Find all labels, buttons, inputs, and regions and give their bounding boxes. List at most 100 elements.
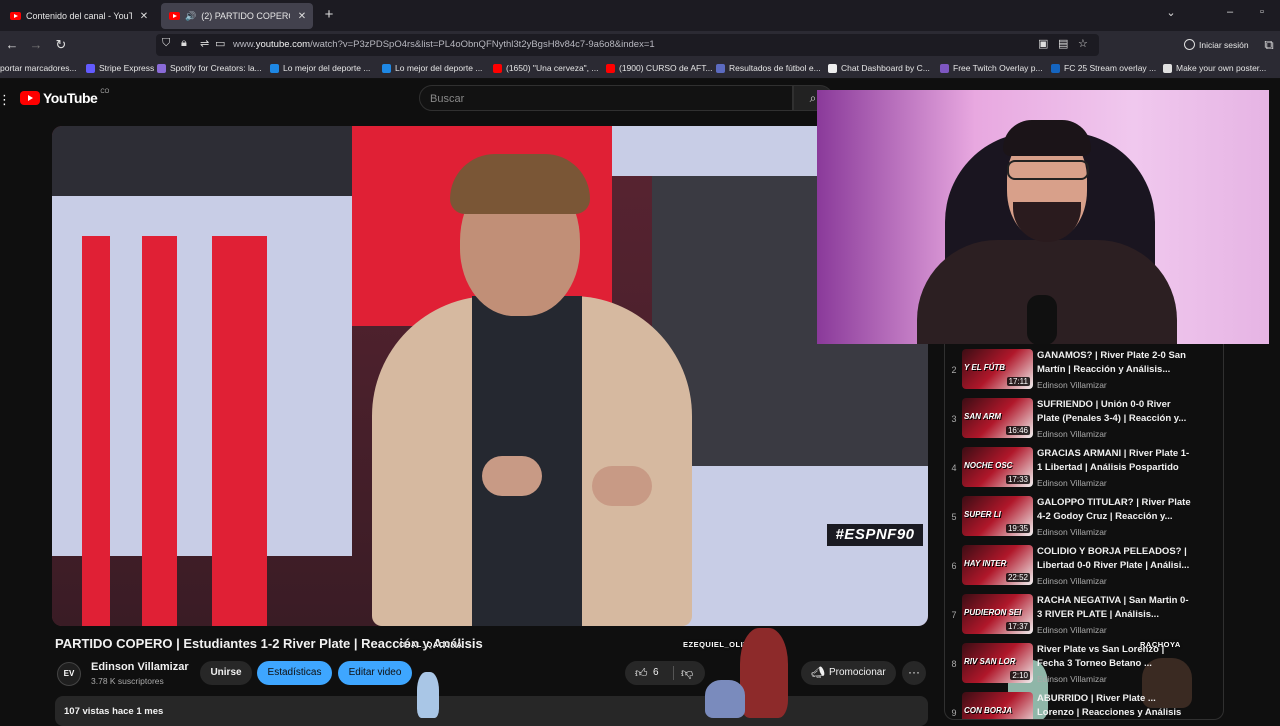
playlist-item[interactable]: 3 SAN ARM 16:46 SUFRIENDO | Unión 0-0 River… xyxy=(945,398,1223,447)
speaker-icon[interactable]: 🔊 xyxy=(185,11,196,22)
video-thumbnail[interactable]: NOCHE OSC 17:33 xyxy=(962,447,1033,487)
maximize-icon[interactable]: ▫ xyxy=(1252,6,1272,18)
bookmark-item[interactable]: Make your own poster... xyxy=(1163,63,1266,73)
playlist-channel-name: Edinson Villamizar xyxy=(1037,576,1107,586)
promote-button[interactable]: 📣︎ Promocionar xyxy=(801,661,896,685)
bookmark-item[interactable]: Stripe Express xyxy=(86,63,154,73)
extensions-icon[interactable]: ⧉ xyxy=(1260,36,1278,54)
description-box[interactable]: 107 vistas hace 1 mes xyxy=(55,696,928,726)
search-placeholder: Buscar xyxy=(430,93,465,105)
reader-mode-icon[interactable]: ▤ xyxy=(1058,37,1068,50)
bookmark-favicon-icon xyxy=(1051,63,1060,73)
bookmark-item[interactable]: Spotify for Creators: la... xyxy=(157,63,262,73)
playlist-video-title[interactable]: River Plate vs San Lorenzo | Fecha 3 Tor… xyxy=(1037,643,1191,671)
search-input[interactable]: Buscar xyxy=(419,85,793,111)
bookmark-item[interactable]: portar marcadores... xyxy=(0,63,77,73)
search-icon: ⌕ xyxy=(809,91,817,105)
bookmark-label: (1650) "Una cerveza", ... xyxy=(506,63,599,73)
more-actions-button[interactable]: ··· xyxy=(902,661,926,685)
bookmark-item[interactable]: Lo mejor del deporte ... xyxy=(382,63,482,73)
bookmark-item[interactable]: Chat Dashboard by C... xyxy=(828,63,930,73)
channel-name[interactable]: Edinson Villamizar xyxy=(91,661,189,673)
playlist-video-title[interactable]: GANAMOS? | River Plate 2-0 San Martín | … xyxy=(1037,349,1191,377)
bookmark-favicon-icon xyxy=(828,63,837,73)
video-thumbnail[interactable]: Y EL FÚTB 17:11 xyxy=(962,349,1033,389)
overlay-sprite xyxy=(417,672,439,718)
back-arrow-icon[interactable]: ← xyxy=(3,36,21,54)
picture-in-picture-icon[interactable]: ▣ xyxy=(1038,37,1048,50)
bookmark-label: Lo mejor del deporte ... xyxy=(283,63,371,73)
video-thumbnail[interactable]: CON BORJA xyxy=(962,692,1033,719)
tab-video-active[interactable]: 🔊 (2) PARTIDO COPERO | Estudiantes ✕ xyxy=(161,3,313,29)
permissions-icon[interactable]: ⇌ xyxy=(200,37,209,50)
bookmark-item[interactable]: (1650) "Una cerveza", ... xyxy=(493,63,599,73)
bookmark-item[interactable]: (1900) CURSO de AFT... xyxy=(606,63,713,73)
menu-icon[interactable]: ⋮ xyxy=(0,92,11,108)
like-thumb-icon[interactable]: 👍︎ xyxy=(635,666,648,681)
video-thumbnail[interactable]: RIV SAN LOR 2:10 xyxy=(962,643,1033,683)
tab-bar: Contenido del canal - YouTube Studio ✕ 🔊… xyxy=(0,0,1280,31)
youtube-favicon-icon xyxy=(169,12,180,20)
playlist-channel-name: Edinson Villamizar xyxy=(1037,478,1107,488)
tab-icon[interactable]: ▭ xyxy=(215,37,225,50)
duration-badge: 17:37 xyxy=(1005,622,1030,631)
bookmark-label: FC 25 Stream overlay ... xyxy=(1064,63,1157,73)
signin-button[interactable]: Iniciar sesión xyxy=(1184,39,1249,50)
playlist-video-title[interactable]: SUFRIENDO | Unión 0-0 River Plate (Penal… xyxy=(1037,398,1191,426)
youtube-logo[interactable]: YouTube CO xyxy=(20,89,109,106)
tab-youtube-studio[interactable]: Contenido del canal - YouTube Studio ✕ xyxy=(2,3,155,29)
youtube-favicon-icon xyxy=(10,12,21,20)
dislike-thumb-icon[interactable]: 👎︎ xyxy=(681,666,693,681)
video-thumbnail[interactable]: SAN ARM 16:46 xyxy=(962,398,1033,438)
playlist-item[interactable]: 4 NOCHE OSC 17:33 GRACIAS ARMANI | River Pl… xyxy=(945,447,1223,496)
minimize-icon[interactable]: – xyxy=(1220,6,1240,18)
set-stripe-red xyxy=(82,236,110,626)
shield-icon[interactable]: ⛉ xyxy=(162,37,170,50)
video-player[interactable]: #ESPNF90 xyxy=(52,126,928,626)
chevron-down-icon[interactable]: ⌄ xyxy=(1161,6,1181,19)
bookmark-item[interactable]: Free Twitch Overlay p... xyxy=(940,63,1043,73)
stats-button[interactable]: Estadísticas xyxy=(257,661,332,685)
bookmarks-bar: portar marcadores... Stripe Express Spotif… xyxy=(0,59,1280,79)
duration-badge: 2:10 xyxy=(1010,671,1030,680)
close-icon[interactable]: ✕ xyxy=(137,11,151,22)
bookmark-favicon-icon xyxy=(157,63,166,73)
edit-video-button[interactable]: Editar video xyxy=(338,661,412,685)
playlist-video-title[interactable]: GRACIAS ARMANI | River Plate 1-1 Liberta… xyxy=(1037,447,1191,475)
webcam-overlay xyxy=(817,90,1269,344)
video-thumbnail[interactable]: PUDIERON SEI 17:37 xyxy=(962,594,1033,634)
lock-icon[interactable]: 🔒︎ xyxy=(181,37,187,50)
bookmark-item[interactable]: FC 25 Stream overlay ... xyxy=(1051,63,1156,73)
playlist-index: 6 xyxy=(951,561,957,571)
like-count: 6 xyxy=(653,667,659,678)
new-tab-plus-icon[interactable]: + xyxy=(320,6,338,23)
playlist-item[interactable]: 6 HAY INTER 22:52 COLIDIO Y BORJA PELEADOS?… xyxy=(945,545,1223,594)
url-text[interactable]: www.youtube.com/watch?v=P3zPDSpO4rs&list… xyxy=(233,39,655,50)
bookmark-item[interactable]: Resultados de fútbol e... xyxy=(716,63,821,73)
microphone xyxy=(1027,295,1057,344)
view-count-date: 107 vistas hace 1 mes xyxy=(64,706,164,717)
bookmark-item[interactable]: Lo mejor del deporte ... xyxy=(270,63,370,73)
bookmark-label: portar marcadores... xyxy=(0,63,77,73)
playlist-item[interactable]: 5 SUPER LI 19:35 GALOPPO TITULAR? | River P… xyxy=(945,496,1223,545)
playlist-item[interactable]: 7 PUDIERON SEI 17:37 RACHA NEGATIVA | San M… xyxy=(945,594,1223,643)
forward-arrow-icon[interactable]: → xyxy=(27,36,45,54)
playlist-video-title[interactable]: GALOPPO TITULAR? | River Plate 4-2 Godoy… xyxy=(1037,496,1191,524)
playlist-item[interactable]: 2Y EL FÚTB 17:11 GANAMOS? | River Plate 2-… xyxy=(945,349,1223,398)
close-icon[interactable]: ✕ xyxy=(295,11,309,22)
address-bar[interactable]: ⛉ 🔒︎ ⇌ ▭ www.youtube.com/watch?v=P3zPDSp… xyxy=(156,34,1099,56)
playlist-item[interactable]: 8 RIV SAN LOR 2:10 River Plate vs San Loren… xyxy=(945,643,1223,692)
playlist-item[interactable]: 9 CON BORJA ABURRIDO | River Plate ... Lor… xyxy=(945,692,1223,719)
bookmark-star-icon[interactable]: ☆ xyxy=(1078,37,1088,50)
thumbnail-text: SAN ARM xyxy=(964,412,1002,421)
playlist-video-title[interactable]: ABURRIDO | River Plate ... Lorenzo | Rea… xyxy=(1037,692,1191,719)
playlist-video-title[interactable]: COLIDIO Y BORJA PELEADOS? | Libertad 0-0… xyxy=(1037,545,1191,573)
video-thumbnail[interactable]: HAY INTER 22:52 xyxy=(962,545,1033,585)
join-button[interactable]: Unirse xyxy=(200,661,252,685)
playlist-video-title[interactable]: RACHA NEGATIVA | San Martin 0-3 RIVER PL… xyxy=(1037,594,1191,622)
channel-avatar[interactable]: EV xyxy=(57,662,81,686)
reload-icon[interactable]: ↻ xyxy=(52,36,70,54)
bookmark-favicon-icon xyxy=(606,63,615,73)
presenter-hand xyxy=(482,456,542,496)
video-thumbnail[interactable]: SUPER LI 19:35 xyxy=(962,496,1033,536)
